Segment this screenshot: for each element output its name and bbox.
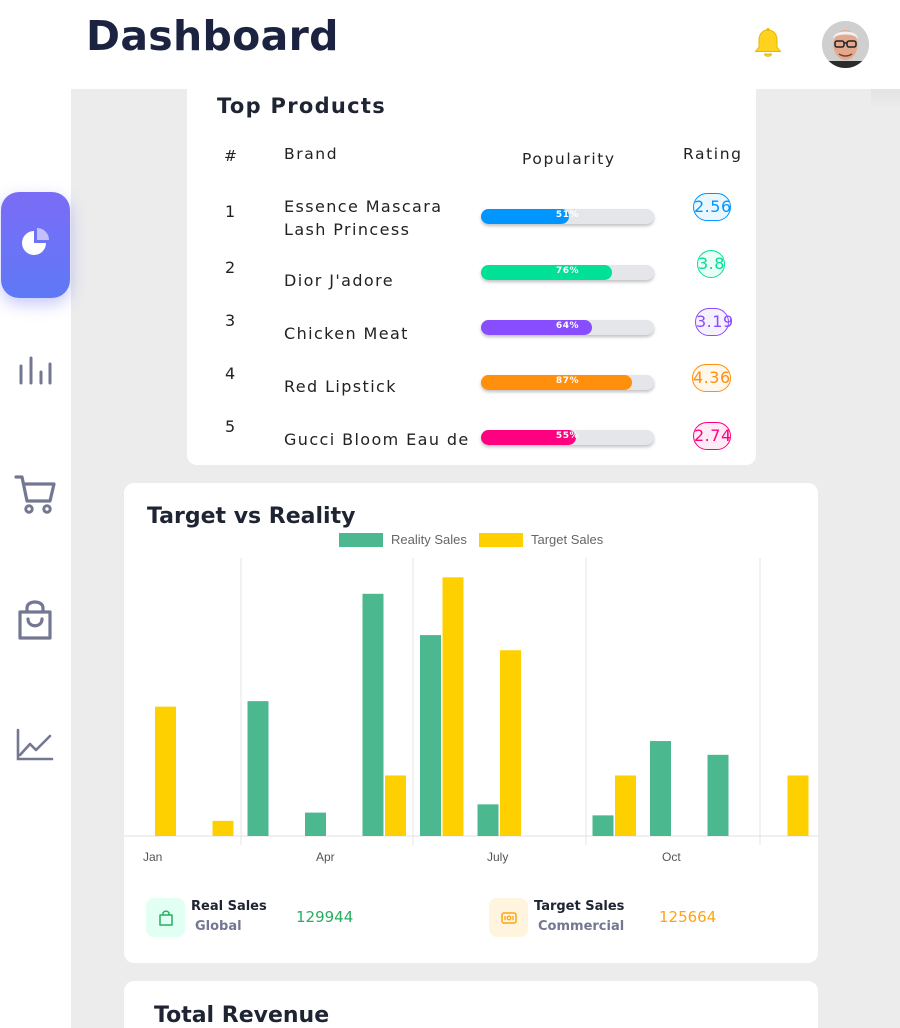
- column-header-rank: #: [224, 147, 239, 165]
- brand-cell: Red Lipstick: [284, 377, 397, 396]
- popularity-label: 64%: [555, 321, 580, 331]
- column-header-popularity: Popularity: [522, 150, 616, 168]
- target-sales-bar[interactable]: [385, 775, 406, 836]
- column-header-rating: Rating: [683, 145, 743, 163]
- target-sales-bar[interactable]: [615, 775, 636, 836]
- summary-subtitle: Commercial: [538, 919, 625, 934]
- card-title: Total Revenue: [154, 1003, 330, 1028]
- popularity-bar: 64%: [481, 320, 654, 335]
- reality-sales-bar[interactable]: [592, 815, 614, 836]
- top-products-card: Top Products # Brand Popularity Rating 1…: [187, 89, 756, 465]
- ticket-icon: [489, 898, 528, 937]
- rating-badge: 3.8: [697, 250, 725, 278]
- line-chart-icon: [15, 727, 55, 767]
- reality-sales-bar[interactable]: [477, 804, 499, 836]
- bar-chart-icon: [17, 350, 53, 390]
- target-sales-bar[interactable]: [500, 650, 521, 836]
- reality-sales-bar[interactable]: [707, 754, 729, 836]
- x-tick-label: Apr: [316, 850, 335, 864]
- reality-sales-bar[interactable]: [247, 701, 269, 836]
- target-sales-bar[interactable]: [155, 706, 176, 836]
- page-title: Dashboard: [86, 12, 339, 60]
- target-sales-bar[interactable]: [212, 820, 234, 836]
- rank-cell: 3: [225, 311, 236, 330]
- popularity-bar: 55%: [481, 430, 654, 445]
- rank-cell: 2: [225, 258, 236, 277]
- rating-badge: 2.56: [693, 193, 731, 221]
- popularity-label: 55%: [555, 431, 580, 441]
- rank-cell: 5: [225, 417, 236, 436]
- brand-cell: Chicken Meat: [284, 324, 409, 343]
- popularity-bar: 76%: [481, 265, 654, 280]
- popularity-label: 76%: [555, 266, 580, 276]
- brand-cell: Dior J'adore: [284, 271, 394, 290]
- rank-cell: 4: [225, 364, 236, 383]
- target-sales-bar[interactable]: [442, 577, 464, 836]
- sidebar-item-sales-report[interactable]: [0, 712, 70, 782]
- card-title: Top Products: [217, 94, 387, 118]
- rank-cell: 1: [225, 202, 236, 221]
- summary-value: 125664: [659, 908, 717, 926]
- target-vs-reality-card: Target vs Reality Reality Sales Target S…: [124, 483, 818, 963]
- sidebar-item-leaderboard[interactable]: [0, 335, 70, 405]
- reality-sales-bar[interactable]: [420, 635, 441, 836]
- summary-title: Real Sales: [191, 899, 267, 914]
- brand-cell: Gucci Bloom Eau de: [284, 430, 470, 449]
- total-revenue-card: Total Revenue: [124, 981, 818, 1028]
- sidebar-item-orders[interactable]: [0, 461, 70, 531]
- bell-icon[interactable]: [750, 26, 786, 62]
- reality-sales-bar[interactable]: [362, 593, 384, 836]
- sidebar-item-products[interactable]: [0, 587, 70, 657]
- reality-sales-bar[interactable]: [305, 812, 326, 836]
- summary-value: 129944: [296, 908, 354, 926]
- x-tick-label: Jan: [143, 850, 163, 864]
- x-tick-label: Oct: [662, 850, 681, 864]
- top-header: Dashboard: [0, 0, 900, 89]
- popularity-bar: 87%: [481, 375, 654, 390]
- reality-sales-bar[interactable]: [650, 741, 671, 836]
- shopping-bag-icon: [146, 898, 185, 937]
- brand-cell: Essence Mascara Lash Princess: [284, 197, 443, 239]
- popularity-bar: 51%: [481, 209, 654, 224]
- target-sales-bar[interactable]: [787, 775, 809, 836]
- summary-title: Target Sales: [534, 899, 625, 914]
- column-header-brand: Brand: [284, 145, 339, 163]
- popularity-label: 51%: [555, 210, 580, 220]
- summary-subtitle: Global: [195, 919, 242, 934]
- cart-icon: [13, 472, 57, 520]
- rating-badge: 2.74: [693, 422, 731, 450]
- x-tick-label: July: [487, 850, 509, 864]
- pie-chart-icon: [18, 225, 54, 265]
- avatar[interactable]: [822, 21, 869, 68]
- rating-badge: 3.19: [695, 308, 733, 336]
- rating-badge: 4.36: [692, 364, 731, 392]
- shopping-bag-icon: [15, 598, 55, 646]
- target-vs-reality-chart: [124, 558, 818, 845]
- scroll-shadow: [871, 89, 900, 109]
- sidebar-item-dashboard[interactable]: [1, 192, 70, 298]
- popularity-label: 87%: [555, 376, 580, 386]
